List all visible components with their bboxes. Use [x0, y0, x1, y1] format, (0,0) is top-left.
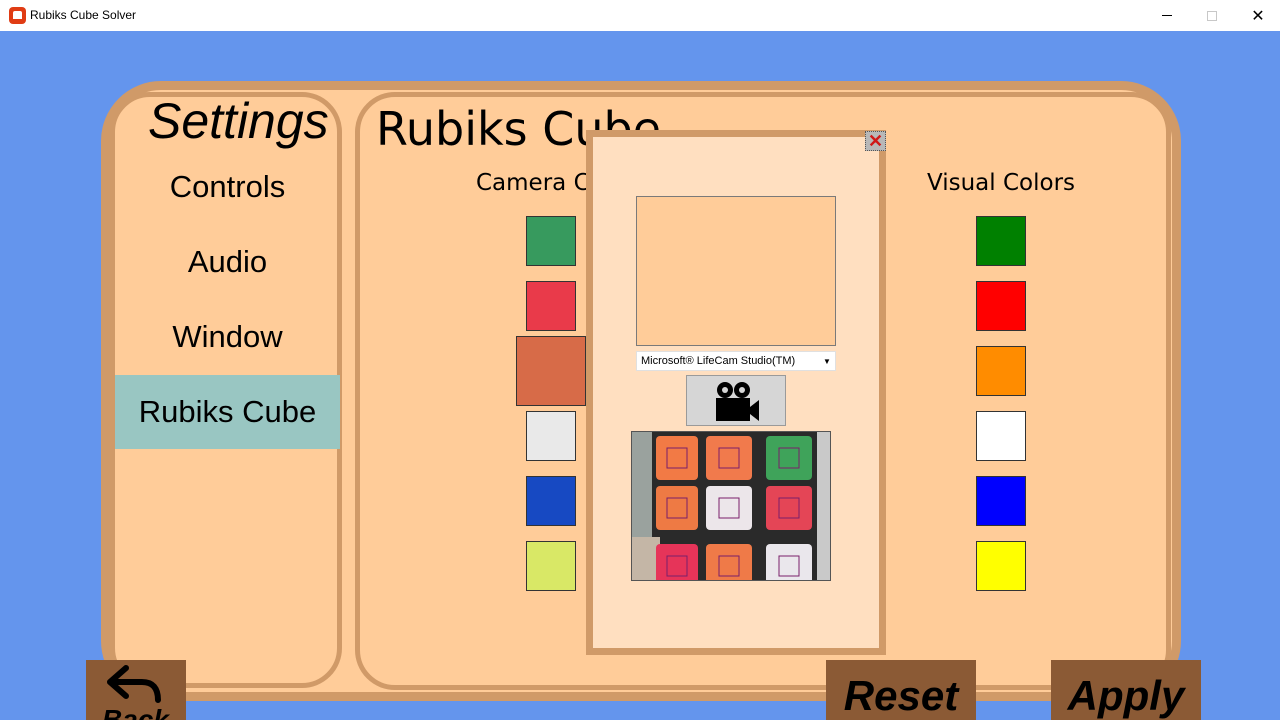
- cube-cell: [706, 486, 752, 530]
- cube-cell: [706, 544, 752, 580]
- sidebar-title: Settings: [148, 93, 329, 149]
- cube-face-capture: [632, 432, 830, 580]
- color-preview: [636, 196, 836, 346]
- camera-color-swatch-red[interactable]: [526, 281, 576, 331]
- visual-color-swatch-blue[interactable]: [976, 476, 1026, 526]
- cube-cell: [766, 544, 812, 580]
- close-window-button[interactable]: ✕: [1235, 0, 1280, 31]
- minimize-button[interactable]: [1144, 0, 1190, 31]
- maximize-button[interactable]: [1189, 0, 1235, 31]
- visual-color-swatch-red[interactable]: [976, 281, 1026, 331]
- sidebar-item-rubiks-cube[interactable]: Rubiks Cube: [115, 375, 340, 449]
- minimize-icon: [1162, 15, 1172, 16]
- camera-feed: [631, 431, 831, 581]
- cube-cell: [706, 436, 752, 480]
- cube-cell: [656, 436, 698, 480]
- camera-color-swatch-orange[interactable]: [516, 336, 586, 406]
- visual-color-swatch-green[interactable]: [976, 216, 1026, 266]
- visual-color-swatch-white[interactable]: [976, 411, 1026, 461]
- window-title-bar: Rubiks Cube Solver ✕: [0, 0, 1280, 31]
- capture-button[interactable]: [686, 375, 786, 426]
- sidebar-item-window[interactable]: Window: [115, 300, 340, 374]
- visual-colors-label: Visual Colors: [927, 170, 1076, 196]
- back-button[interactable]: Back: [86, 660, 186, 720]
- sidebar-item-controls[interactable]: Controls: [115, 150, 340, 224]
- chevron-down-icon[interactable]: ▼: [818, 351, 836, 371]
- cube-cell: [656, 544, 698, 580]
- window-title: Rubiks Cube Solver: [30, 8, 137, 22]
- apply-button-label: Apply: [1067, 672, 1185, 719]
- cube-cell: [656, 486, 698, 530]
- sidebar-item-audio[interactable]: Audio: [115, 225, 340, 299]
- visual-color-swatch-yellow[interactable]: [976, 541, 1026, 591]
- app-icon: [9, 7, 26, 24]
- camera-color-swatch-yellow[interactable]: [526, 541, 576, 591]
- back-button-label: Back: [102, 704, 169, 720]
- camera-device-select[interactable]: Microsoft® LifeCam Studio(TM): [636, 351, 836, 371]
- camera-color-swatch-blue[interactable]: [526, 476, 576, 526]
- apply-button[interactable]: Apply: [1051, 660, 1201, 720]
- camera-color-swatch-green[interactable]: [526, 216, 576, 266]
- video-camera-icon: [716, 382, 759, 421]
- camera-colors-label: Camera Co: [476, 170, 604, 196]
- cube-cell: [766, 436, 812, 480]
- popup-close-button[interactable]: ✕: [865, 131, 886, 151]
- reset-button-label: Reset: [843, 672, 959, 719]
- reset-button[interactable]: Reset: [826, 660, 976, 720]
- maximize-icon: [1207, 10, 1217, 21]
- visual-color-swatch-orange[interactable]: [976, 346, 1026, 396]
- cube-cell: [766, 486, 812, 530]
- camera-color-swatch-white[interactable]: [526, 411, 576, 461]
